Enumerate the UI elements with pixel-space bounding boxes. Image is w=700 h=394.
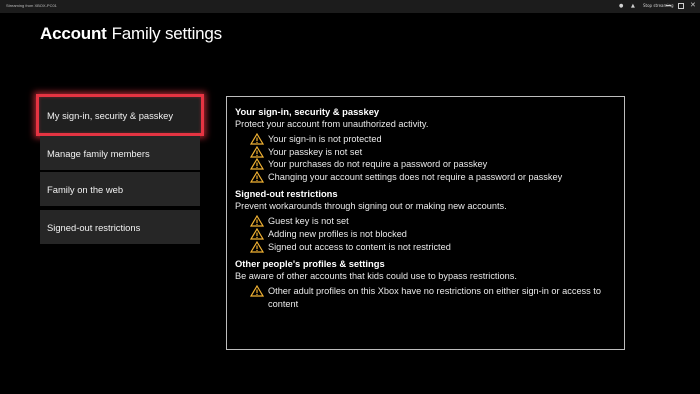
controller-icon[interactable]: ● <box>619 2 623 10</box>
nav-item-sign-in-security[interactable]: My sign-in, security & passkey <box>36 94 204 136</box>
warning-icon <box>250 240 264 253</box>
warning-icon <box>250 215 264 227</box>
warning-text: Adding new profiles is not blocked <box>268 228 407 239</box>
section-title: Your sign-in, security & passkey <box>235 106 380 117</box>
warning-text: Your passkey is not set <box>268 146 363 157</box>
section-description: Prevent workarounds through signing out … <box>235 201 507 212</box>
close-button[interactable]: ✕ <box>687 1 699 11</box>
warning-text: Guest key is not set <box>268 216 349 227</box>
section-sign-in-security: Your sign-in, security & passkey Protect… <box>235 106 616 183</box>
warning-text: Your sign-in is not protected <box>268 134 382 144</box>
warning-icon <box>250 285 264 297</box>
nav-item-label: Manage family members <box>47 147 150 159</box>
warning-item: Guest key is not set <box>250 215 616 228</box>
section-title: Signed-out restrictions <box>235 188 338 200</box>
nav-item-signed-out-restrictions[interactable]: Signed-out restrictions <box>40 210 200 244</box>
warning-icon <box>250 145 264 158</box>
section-signed-out-restrictions: Signed-out restrictions Prevent workarou… <box>235 188 616 253</box>
warning-item: Your purchases do not require a password… <box>250 158 616 171</box>
section-description: Protect your account from unauthorized a… <box>235 119 429 129</box>
warning-item: Changing your account settings does not … <box>250 170 616 184</box>
minimize-button[interactable] <box>663 1 675 11</box>
warning-item: Signed out access to content is not rest… <box>250 240 616 254</box>
warning-item: Your passkey is not set <box>250 145 616 159</box>
volume-icon[interactable]: ▲ <box>631 2 635 10</box>
warning-item: Adding new profiles is not blocked <box>250 227 616 241</box>
warning-item: Your sign-in is not protected <box>250 133 616 146</box>
page-title: Account Family settings <box>40 24 222 44</box>
warning-text: Changing your account settings does not … <box>268 171 563 182</box>
section-description: Be aware of other accounts that kids cou… <box>235 271 517 282</box>
nav-item-label: Signed-out restrictions <box>47 221 141 233</box>
nav-item-family-on-web[interactable]: Family on the web <box>40 172 200 206</box>
page-title-rest: Family settings <box>111 24 223 43</box>
warning-text: Other adult profiles on this Xbox have n… <box>268 286 601 309</box>
warning-text: Your purchases do not require a password… <box>268 159 488 170</box>
warning-icon <box>250 170 264 183</box>
section-title: Other people's profiles & settings <box>235 258 385 270</box>
warning-icon <box>250 133 264 145</box>
warning-item: Other adult profiles on this Xbox have n… <box>250 285 616 310</box>
nav-item-label: Family on the web <box>47 183 124 195</box>
details-panel: Your sign-in, security & passkey Protect… <box>226 96 625 350</box>
section-other-profiles: Other people's profiles & settings Be aw… <box>235 258 616 310</box>
nav-item-label: My sign-in, security & passkey <box>47 109 174 121</box>
warning-icon <box>250 227 264 240</box>
page-title-bold: Account <box>40 24 107 43</box>
warning-text: Signed out access to content is not rest… <box>268 241 451 252</box>
warning-icon <box>250 158 264 170</box>
maximize-icon <box>678 3 684 9</box>
window-titlebar: Streaming from XBOX-PC01 ● ▲ Stop stream… <box>0 0 700 13</box>
nav-item-manage-family[interactable]: Manage family members <box>40 136 200 170</box>
close-icon: ✕ <box>690 1 696 9</box>
minimize-icon <box>666 5 671 6</box>
window-title: Streaming from XBOX-PC01 <box>6 3 57 8</box>
maximize-button[interactable] <box>675 1 687 11</box>
